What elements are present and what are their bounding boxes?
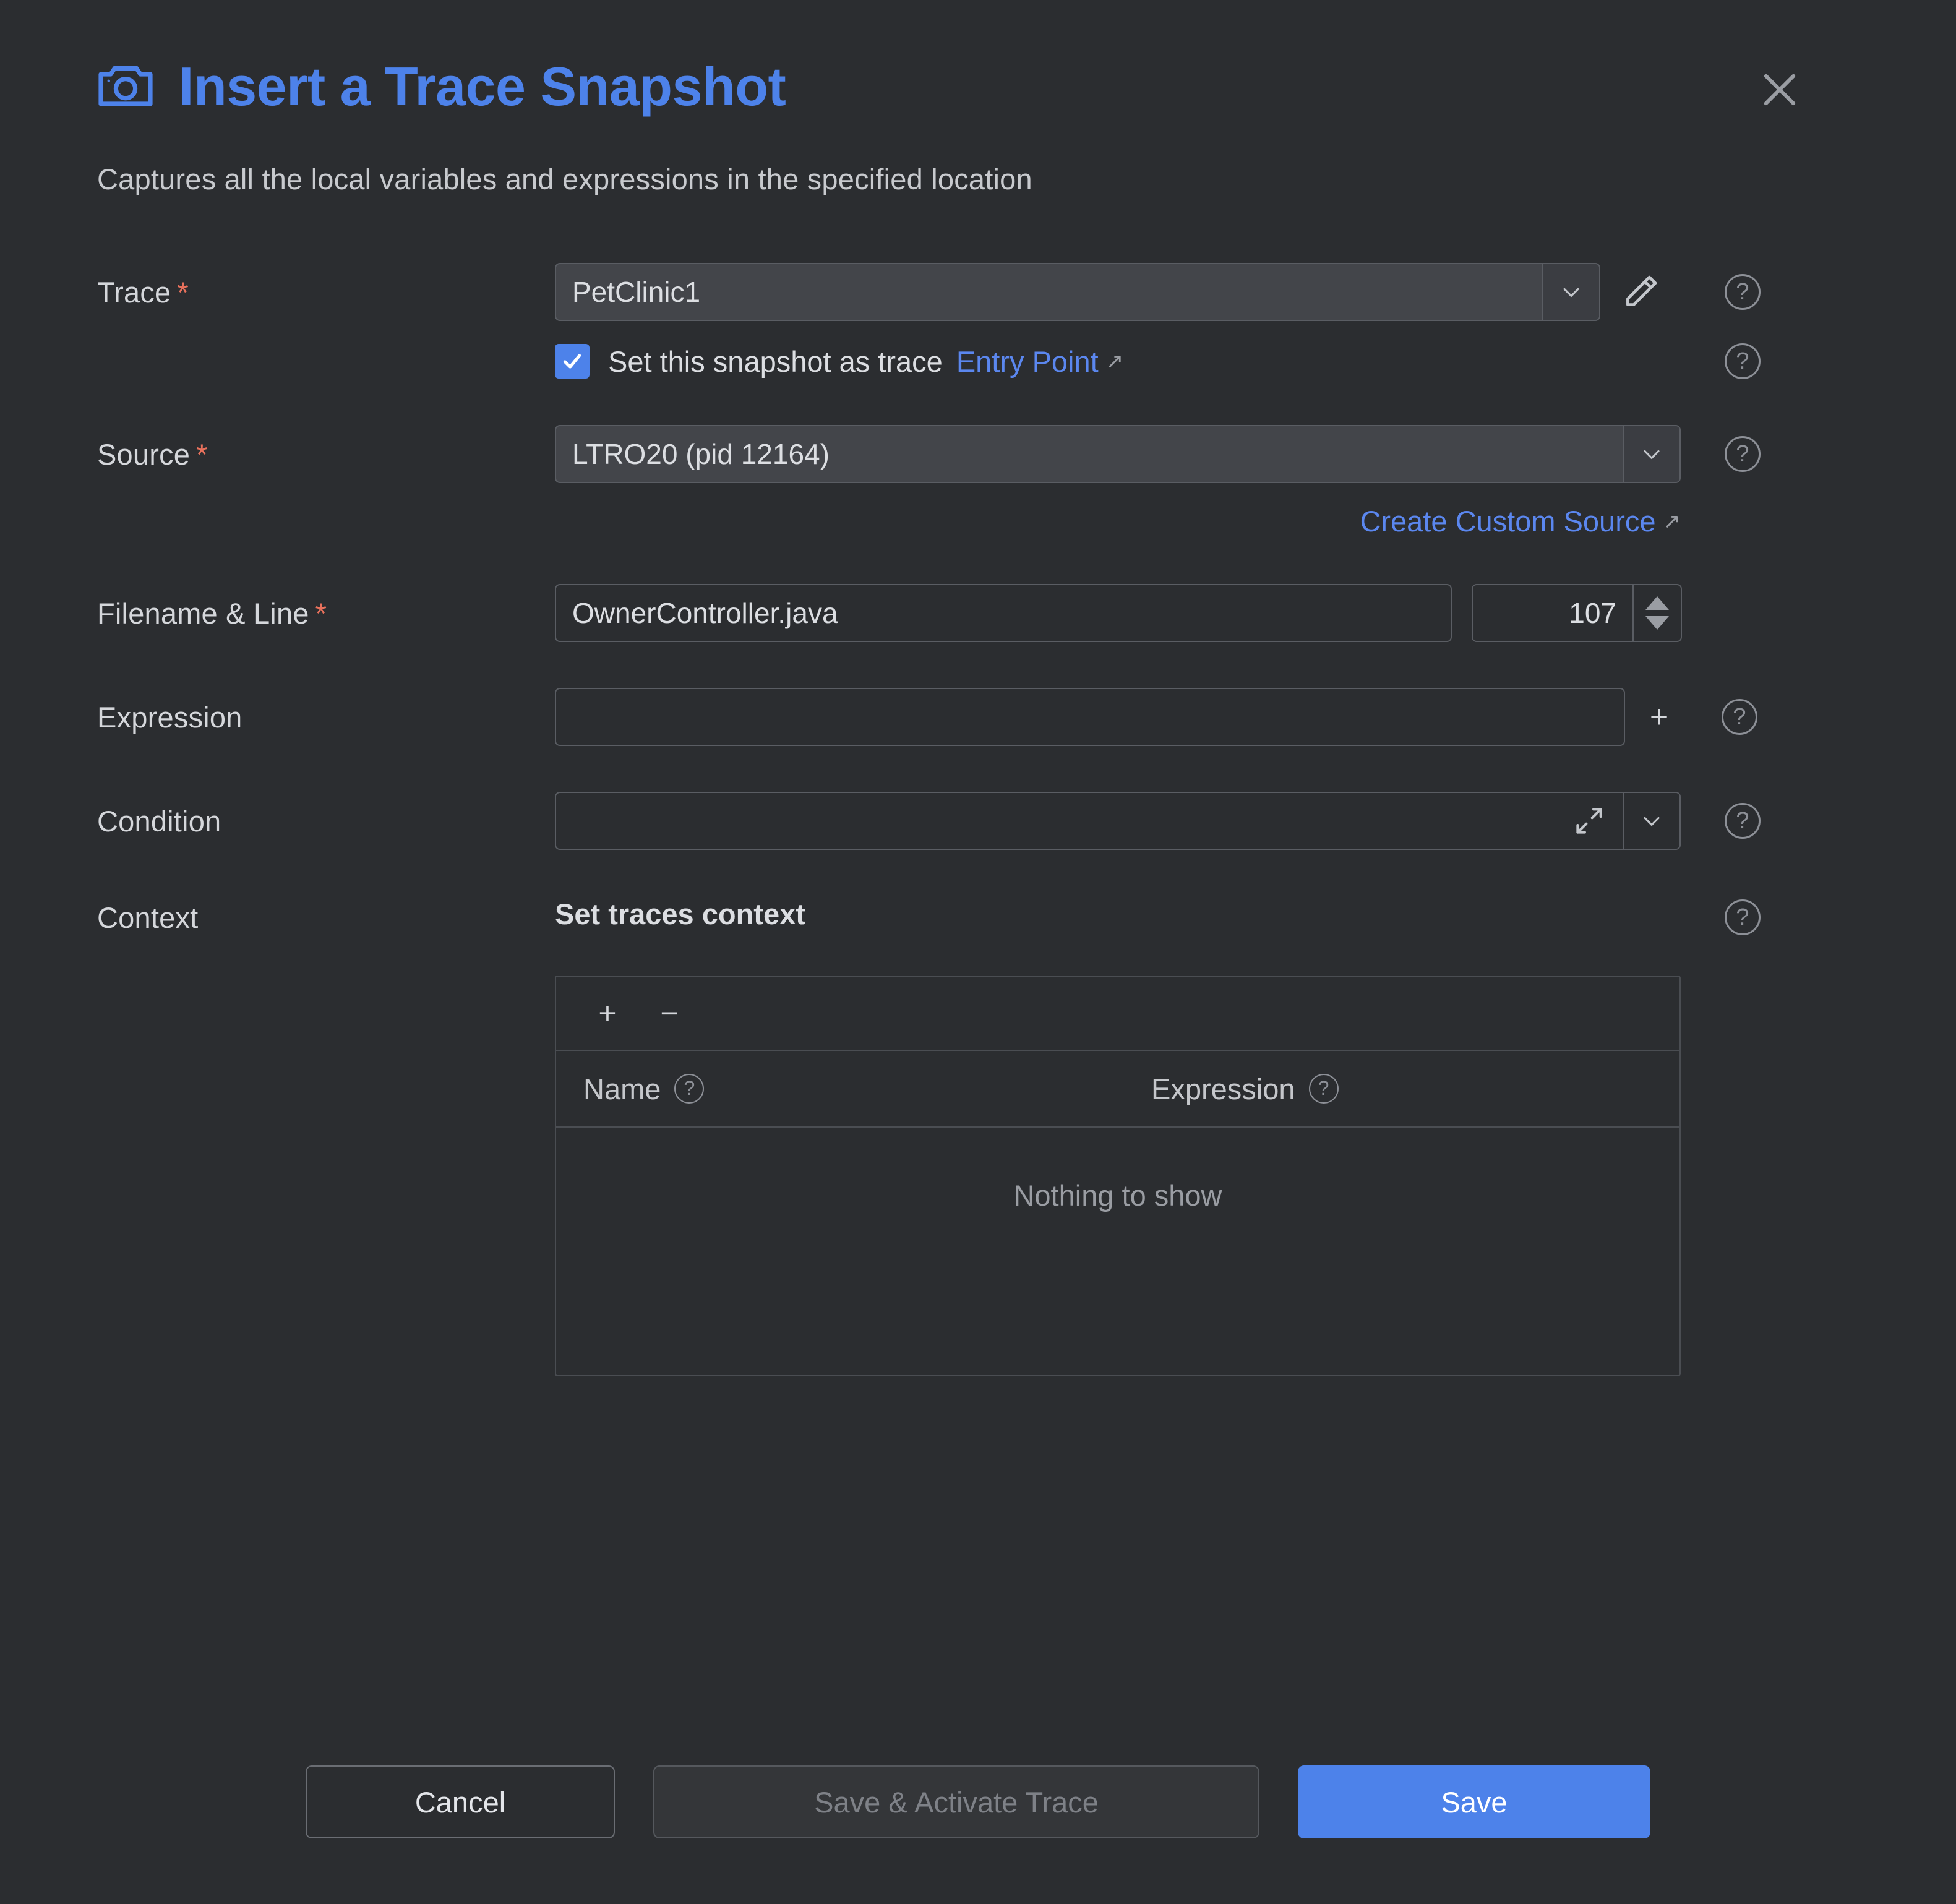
context-label: Context: [97, 901, 199, 934]
trace-help-slot: ?: [1681, 274, 1804, 310]
trace-label: Trace *: [97, 275, 555, 309]
condition-input[interactable]: [555, 792, 1681, 850]
context-section-title: Set traces context: [555, 898, 805, 930]
trace-label-text: Trace: [97, 275, 171, 309]
line-number-value[interactable]: 107: [1473, 585, 1632, 641]
camera-icon: [96, 61, 155, 113]
page-title: Insert a Trace Snapshot: [179, 56, 786, 117]
source-field-zone: LTRO20 (pid 12164) ?: [555, 425, 1869, 483]
filename-line-row: Filename & Line * OwnerController.java 10…: [97, 584, 1869, 642]
trace-field-zone: PetClinic1 ?: [555, 263, 1869, 321]
source-required-marker: *: [196, 437, 208, 471]
column-header-name-label: Name: [583, 1072, 661, 1105]
create-source-align: Create Custom Source ↗: [555, 504, 1681, 538]
save-button[interactable]: Save: [1298, 1765, 1650, 1838]
question-mark-icon[interactable]: ?: [1725, 899, 1761, 935]
entry-point-link-label: Entry Point: [956, 345, 1099, 378]
entry-point-field-zone: Set this snapshot as trace Entry Point ↗…: [555, 343, 1869, 379]
question-mark-icon[interactable]: ?: [1308, 1074, 1339, 1104]
close-icon[interactable]: [1746, 56, 1814, 124]
external-link-icon: ↗: [1663, 509, 1681, 533]
context-table-body: Nothing to show: [556, 1128, 1679, 1375]
add-context-row-button[interactable]: +: [593, 998, 622, 1029]
triangle-down-icon[interactable]: [1645, 616, 1669, 630]
insert-trace-snapshot-dialog: Insert a Trace Snapshot Captures all the…: [0, 0, 1956, 1904]
question-mark-icon[interactable]: ?: [674, 1074, 705, 1104]
question-mark-icon[interactable]: ?: [1725, 436, 1761, 472]
trace-snapshot-form: Trace * PetClinic1 ? Set this snapshot a…: [0, 263, 1956, 1376]
source-combobox[interactable]: LTRO20 (pid 12164): [555, 425, 1681, 483]
triangle-up-icon[interactable]: [1645, 596, 1669, 610]
pencil-icon[interactable]: [1600, 272, 1681, 312]
create-custom-source-row: Create Custom Source ↗: [97, 504, 1869, 538]
column-header-name: Name ?: [570, 1072, 1151, 1106]
context-empty-text: Nothing to show: [1013, 1179, 1222, 1212]
dialog-subtitle: Captures all the local variables and exp…: [97, 163, 1032, 195]
entry-point-link[interactable]: Entry Point ↗: [956, 345, 1123, 379]
condition-field-zone: ?: [555, 792, 1869, 850]
source-row: Source * LTRO20 (pid 12164) ?: [97, 425, 1869, 483]
condition-help-slot: ?: [1681, 803, 1804, 839]
line-number-stepper-buttons[interactable]: [1632, 585, 1681, 641]
context-row: Context Set traces context + − Name ? Ex…: [97, 897, 1869, 1376]
source-label: Source *: [97, 437, 555, 471]
context-section: Set traces context + − Name ? Expression…: [555, 897, 1681, 1376]
chevron-down-icon[interactable]: [1623, 426, 1679, 482]
source-help-slot: ?: [1681, 436, 1804, 472]
chevron-down-icon[interactable]: [1542, 264, 1599, 320]
add-expression-button[interactable]: +: [1625, 698, 1693, 735]
context-table-toolbar: + −: [556, 977, 1679, 1051]
question-mark-icon[interactable]: ?: [1722, 699, 1757, 735]
filename-input[interactable]: OwnerController.java: [555, 584, 1452, 642]
context-table: + − Name ? Expression ? Nothing to show: [555, 976, 1681, 1376]
context-help-slot: ?: [1681, 897, 1804, 935]
external-link-icon: ↗: [1105, 349, 1124, 373]
filename-line-label-text: Filename & Line: [97, 596, 309, 630]
question-mark-icon[interactable]: ?: [1725, 343, 1761, 379]
chevron-down-icon[interactable]: [1623, 793, 1679, 849]
entry-point-row: Set this snapshot as trace Entry Point ↗…: [97, 321, 1869, 379]
create-custom-source-link[interactable]: Create Custom Source ↗: [1360, 504, 1681, 538]
column-header-expression-label: Expression: [1151, 1072, 1295, 1105]
expression-row: Expression + ?: [97, 688, 1869, 746]
source-label-text: Source: [97, 437, 191, 471]
expression-field-zone: + ?: [555, 688, 1869, 746]
line-number-stepper[interactable]: 107: [1472, 584, 1682, 642]
trace-required-marker: *: [177, 275, 189, 309]
expression-label: Expression: [97, 700, 242, 734]
filename-value: OwnerController.java: [572, 597, 838, 629]
source-value[interactable]: LTRO20 (pid 12164): [556, 426, 1623, 482]
filename-line-label: Filename & Line *: [97, 596, 555, 630]
filename-line-required-marker: *: [315, 596, 327, 630]
trace-combobox[interactable]: PetClinic1: [555, 263, 1600, 321]
entry-point-control-group: Set this snapshot as trace Entry Point ↗: [555, 344, 1600, 379]
filename-line-field-zone: OwnerController.java 107: [555, 584, 1869, 642]
dialog-footer: Cancel Save & Activate Trace Save: [0, 1765, 1956, 1838]
expression-input[interactable]: [555, 688, 1625, 746]
create-source-field-zone: Create Custom Source ↗: [555, 504, 1869, 538]
question-mark-icon[interactable]: ?: [1725, 274, 1761, 310]
column-header-expression: Expression ?: [1151, 1072, 1339, 1106]
entry-point-help-slot: ?: [1681, 343, 1804, 379]
condition-row: Condition ?: [97, 792, 1869, 850]
remove-context-row-button[interactable]: −: [655, 998, 684, 1029]
trace-row: Trace * PetClinic1 ?: [97, 263, 1869, 321]
expand-diagonal-icon[interactable]: [1572, 804, 1606, 838]
expression-help-slot: ?: [1693, 699, 1786, 735]
dialog-header: Insert a Trace Snapshot: [0, 0, 1956, 124]
trace-value[interactable]: PetClinic1: [556, 264, 1542, 320]
entry-point-label: Set this snapshot as trace: [608, 345, 943, 378]
condition-label: Condition: [97, 804, 221, 838]
save-and-activate-trace-button[interactable]: Save & Activate Trace: [653, 1765, 1259, 1838]
cancel-button[interactable]: Cancel: [306, 1765, 615, 1838]
context-table-header: Name ? Expression ?: [556, 1051, 1679, 1128]
dialog-title-wrap: Insert a Trace Snapshot: [96, 59, 1746, 114]
context-field-zone: Set traces context + − Name ? Expression…: [555, 897, 1869, 1376]
question-mark-icon[interactable]: ?: [1725, 803, 1761, 839]
condition-value[interactable]: [556, 793, 1623, 849]
entry-point-checkbox[interactable]: [555, 344, 590, 379]
create-custom-source-label: Create Custom Source: [1360, 505, 1656, 538]
